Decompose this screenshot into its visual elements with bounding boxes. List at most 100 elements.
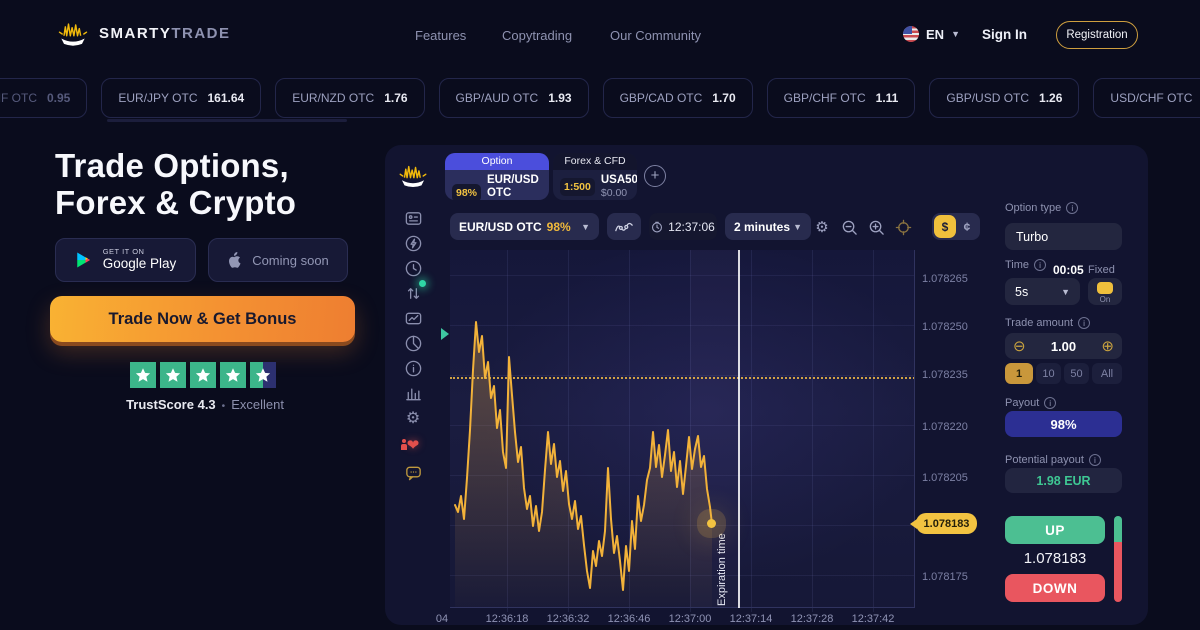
ticker-chip[interactable]: GBP/USD OTC 1.26 xyxy=(929,78,1079,118)
refer-friend-heart-icon[interactable]: ❤ xyxy=(402,434,424,456)
flash-trades-icon[interactable] xyxy=(402,232,424,254)
payout-value: 98% xyxy=(1005,411,1122,437)
google-play-label: Google Play xyxy=(103,257,177,272)
language-selector[interactable]: EN ▼ xyxy=(903,26,960,42)
star-icon xyxy=(160,362,186,388)
chevron-down-icon: ▼ xyxy=(1061,287,1070,297)
info-icon[interactable] xyxy=(1044,397,1056,409)
zoom-out-button[interactable] xyxy=(837,215,861,239)
half-star-icon xyxy=(250,362,276,388)
tab-type-label: Forex & CFD xyxy=(553,153,637,170)
current-price-dot xyxy=(707,519,716,528)
trade-now-cta-button[interactable]: Trade Now & Get Bonus xyxy=(50,296,355,342)
clock-time: 12:37:06 xyxy=(668,220,715,234)
platform-logo-icon xyxy=(396,161,430,191)
statistics-pie-icon[interactable] xyxy=(402,332,424,354)
line-chart-icon xyxy=(614,220,634,234)
quick-amount-all[interactable]: All xyxy=(1092,363,1122,384)
trustpilot-stars xyxy=(130,362,276,388)
add-asset-button[interactable]: + xyxy=(644,165,666,187)
account-panel-icon[interactable] xyxy=(402,207,424,229)
price-line-chart xyxy=(450,250,915,608)
settings-gear-icon[interactable]: ⚙ xyxy=(402,407,424,429)
ticker-pair: EUR/JPY OTC xyxy=(118,91,197,105)
expiration-time-line xyxy=(738,250,740,608)
price-axis-label: 1.078175 xyxy=(922,571,968,583)
crosshair-tracking-button[interactable] xyxy=(891,215,915,239)
ticker-value: 1.70 xyxy=(712,91,735,105)
ticker-scrollbar-thumb[interactable] xyxy=(107,119,347,122)
star-icon xyxy=(220,362,246,388)
down-trade-button[interactable]: DOWN xyxy=(1005,574,1105,602)
chart-type-button[interactable] xyxy=(607,213,641,240)
price-chart[interactable]: Expiration time xyxy=(450,250,915,608)
price-axis-label: 1.078265 xyxy=(922,273,968,285)
ticker-value: 0.95 xyxy=(47,91,70,105)
nav-copytrading[interactable]: Copytrading xyxy=(502,28,572,43)
info-icon[interactable] xyxy=(1089,454,1101,466)
trading-platform-widget: Option 98% EUR/USD OTC $0.00 Forex & CFD… xyxy=(385,145,1148,625)
smartytrade-logo: SMARTYTRADE xyxy=(55,19,231,49)
time-countdown: 00:05 xyxy=(1053,263,1084,277)
sidebar-expand-handle[interactable] xyxy=(441,328,449,340)
ticker-chip[interactable]: GBP/AUD OTC 1.93 xyxy=(439,78,589,118)
zoom-in-button[interactable] xyxy=(864,215,888,239)
ticker-chip[interactable]: EUR/NZD OTC 1.76 xyxy=(275,78,424,118)
option-type-label: Option type xyxy=(1005,202,1078,214)
quick-amount-1[interactable]: 1 xyxy=(1005,363,1033,384)
price-axis-label: 1.078235 xyxy=(922,369,968,381)
amount-value[interactable]: 1.00 xyxy=(1051,339,1076,354)
ticker-pair: USD/CHF OTC xyxy=(1110,91,1192,105)
cent-unit-button[interactable]: ¢ xyxy=(956,215,978,238)
ticker-value: 161.64 xyxy=(207,91,244,105)
expiration-time-label: Expiration time xyxy=(716,522,728,606)
dollar-unit-button[interactable]: $ xyxy=(934,215,956,238)
sign-in-button[interactable]: Sign In xyxy=(982,27,1027,42)
tab-forex-usa500[interactable]: Forex & CFD 1:500 USA500 $0.00 xyxy=(553,153,637,200)
ticker-chip[interactable]: EUR/CHF OTC 0.95 xyxy=(0,78,87,118)
nav-features[interactable]: Features xyxy=(415,28,466,43)
duration-dropdown[interactable]: 5s▼ xyxy=(1005,278,1080,305)
amount-decrease-button[interactable]: ⊖ xyxy=(1013,339,1026,354)
open-trades-icon[interactable] xyxy=(402,282,424,304)
info-panel-icon[interactable] xyxy=(402,357,424,379)
time-axis-label: 12:37:42 xyxy=(852,613,895,625)
sentiment-up xyxy=(1114,516,1122,542)
fixed-label: Fixed xyxy=(1088,264,1115,276)
fixed-time-toggle[interactable]: On xyxy=(1088,278,1122,305)
logo-text-smarty: SMARTY xyxy=(99,25,171,42)
pending-trades-icon[interactable] xyxy=(402,257,424,279)
payout-badge: 98% xyxy=(452,184,481,200)
up-trade-button[interactable]: UP xyxy=(1005,516,1105,544)
quick-amount-50[interactable]: 50 xyxy=(1064,363,1089,384)
symbol-dropdown[interactable]: EUR/USD OTC 98% ▼ xyxy=(450,213,599,240)
info-icon[interactable] xyxy=(1066,202,1078,214)
price-axis-label: 1.078205 xyxy=(922,472,968,484)
app-store-button[interactable]: Coming soon xyxy=(208,238,348,282)
support-chat-icon[interactable] xyxy=(402,461,424,483)
info-icon[interactable] xyxy=(1078,317,1090,329)
registration-button[interactable]: Registration xyxy=(1056,21,1138,49)
leaderboard-icon[interactable] xyxy=(402,382,424,404)
info-icon[interactable] xyxy=(1034,259,1046,271)
tab-symbol: EUR/USD OTC xyxy=(487,174,542,200)
nav-our-community[interactable]: Our Community xyxy=(610,28,701,43)
tab-option-eurusd[interactable]: Option 98% EUR/USD OTC $0.00 xyxy=(445,153,549,200)
ticker-chip[interactable]: GBP/CAD OTC 1.70 xyxy=(603,78,753,118)
quick-amount-10[interactable]: 10 xyxy=(1036,363,1061,384)
amount-increase-button[interactable]: ⊕ xyxy=(1101,339,1114,354)
star-icon xyxy=(190,362,216,388)
ticker-chip[interactable]: USD/CHF OTC 0.88 xyxy=(1093,78,1200,118)
leverage-badge: 1:500 xyxy=(560,178,595,196)
option-type-select[interactable]: Turbo xyxy=(1005,223,1122,250)
trade-history-icon[interactable] xyxy=(402,307,424,329)
ticker-chip[interactable]: EUR/JPY OTC 161.64 xyxy=(101,78,261,118)
google-play-button[interactable]: GET IT ON Google Play xyxy=(55,238,196,282)
current-price-line xyxy=(450,377,915,379)
tab-balance: $0.00 xyxy=(601,187,637,199)
interval-dropdown[interactable]: 2 minutes ▼ xyxy=(725,213,811,240)
potential-payout-value: 1.98 EUR xyxy=(1005,468,1122,493)
potential-payout-label: Potential payout xyxy=(1005,454,1101,466)
chart-settings-button[interactable]: ⚙ xyxy=(810,215,834,239)
ticker-chip[interactable]: GBP/CHF OTC 1.11 xyxy=(767,78,916,118)
